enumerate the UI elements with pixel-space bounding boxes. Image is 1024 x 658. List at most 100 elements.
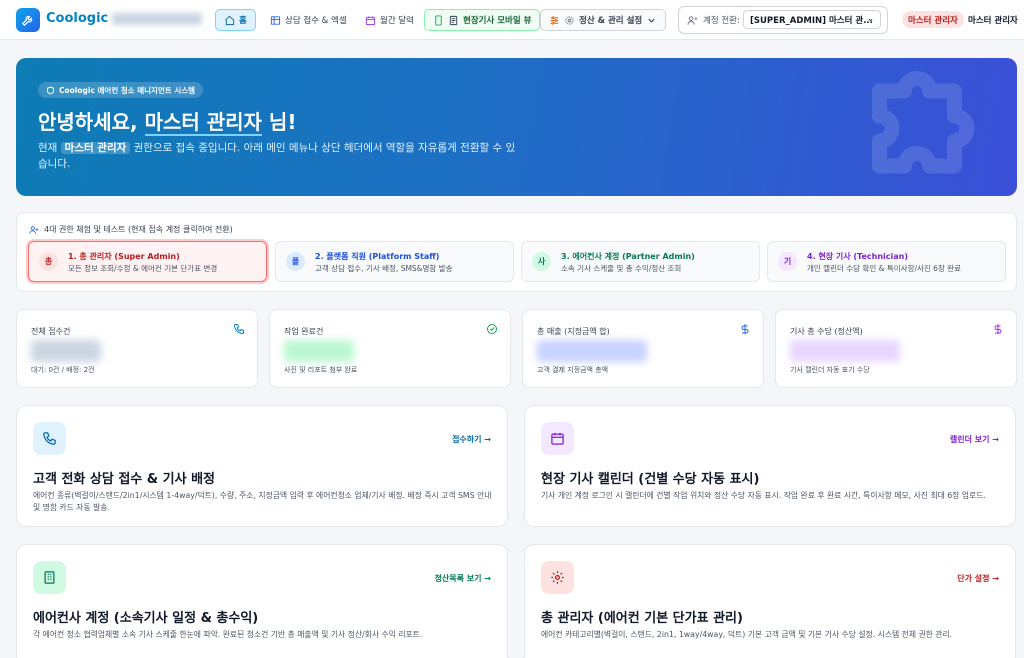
- role-avatar: 플: [286, 252, 305, 271]
- stat-sub: 고객 결제 지정금액 총액: [537, 366, 609, 374]
- gear-icon: [565, 15, 574, 25]
- feature-title: 총 관리자 (에어컨 기본 단가표 관리): [541, 611, 743, 626]
- stat-sub: 사진 및 리포트 첨부 완료: [284, 366, 358, 374]
- nav-settle-label: 정산 & 관리 설정: [579, 16, 643, 26]
- stat-card-technician-pay: 기사 총 수당 (정산액) 기사 캘린더 자동 표기 수당: [775, 309, 1017, 388]
- user-switch-icon: [687, 15, 698, 25]
- stat-card-completed: 작업 완료건 사진 및 리포트 첨부 완료: [269, 309, 511, 388]
- role-desc: 개인 캘린더 수당 확인 & 특이사항/사진 6장 완료: [807, 264, 962, 273]
- chevron-down-icon: ⌄: [867, 14, 874, 23]
- pricing-link[interactable]: 단가 설정 →: [957, 573, 999, 584]
- feature-card-consult[interactable]: 접수하기 → 고객 전화 상담 접수 & 기사 배정 에어컨 종류(벽걸이/스탠…: [16, 405, 508, 527]
- role-card-platform-staff[interactable]: 플 2. 플랫폼 직원 (Platform Staff) 고객 상담 접수, 기…: [275, 241, 514, 282]
- role-avatar: 총: [39, 252, 58, 271]
- hero-system-badge: Coologic 에어컨 청소 매니지먼트 시스템: [38, 82, 204, 98]
- nav-mobile-view-button[interactable]: 현장기사 모바일 뷰: [424, 9, 541, 31]
- feature-card-calendar[interactable]: 캘린더 보기 → 현장 기사 캘린더 (건별 수당 자동 표시) 기사 개인 계…: [524, 405, 1016, 527]
- role-desc: 고객 상담 접수, 기사 배정, SMS&명함 발송: [315, 264, 453, 273]
- account-select[interactable]: [SUPER_ADMIN] 마스터 관... ⌄: [743, 10, 881, 29]
- feature-card-pricing[interactable]: 단가 설정 → 총 관리자 (에어컨 기본 단가표 관리) 에어컨 카테고리별(…: [524, 544, 1016, 658]
- feature-card-partner[interactable]: 정산목록 보기 → 에어컨사 계정 (소속기사 일정 & 총수익) 각 에어컨 …: [16, 544, 508, 658]
- phone-icon: [233, 324, 244, 335]
- dollar-icon: [741, 324, 749, 334]
- top-navbar: Coologic 홈 상담 접수 & 엑셀 월간 달력 현장기사 모바일 뷰 정…: [0, 0, 1024, 40]
- stat-label: 총 매출 (지정금액 합): [537, 327, 610, 336]
- hero-description: 현재 마스터 관리자 권한으로 접속 중입니다. 아래 메인 메뉴나 상단 헤더…: [38, 140, 518, 172]
- role-title: 3. 에어컨사 계정 (Partner Admin): [561, 252, 695, 261]
- calendar-icon: [365, 15, 376, 25]
- role-card-super-admin[interactable]: 총 1. 총 관리자 (Super Admin) 모든 정보 조회/수정 & 에…: [28, 241, 267, 282]
- stat-value-blurred: [284, 340, 354, 362]
- role-card-partner-admin[interactable]: 사 3. 에어컨사 계정 (Partner Admin) 소속 기사 스케줄 및…: [521, 241, 760, 282]
- nav-settle-dropdown[interactable]: 정산 & 관리 설정: [540, 9, 667, 31]
- user-plus-icon: [29, 225, 39, 234]
- document-icon: [449, 15, 458, 25]
- greeting-name: 마스터 관리자: [144, 110, 262, 136]
- role-switcher-heading: 4대 권한 체험 및 테스트 (현재 접속 계정 클릭하여 전환): [29, 224, 233, 235]
- settlement-link[interactable]: 정산목록 보기 →: [435, 573, 491, 584]
- feature-desc: 기사 개인 계정 로그인 시 캘린더에 건별 작업 위치와 정산 수당 자동 표…: [541, 491, 986, 500]
- hero-badge-text: Coologic 에어컨 청소 매니지먼트 시스템: [59, 85, 196, 95]
- greeting-suffix: 님!: [268, 110, 297, 134]
- role-card-technician[interactable]: 기 4. 현장 기사 (Technician) 개인 캘린더 수당 확인 & 특…: [767, 241, 1006, 282]
- greeting-prefix: 안녕하세요,: [38, 110, 138, 134]
- phone-icon: [33, 422, 66, 455]
- smartphone-icon: [435, 14, 442, 26]
- stat-value-blurred: [537, 340, 647, 362]
- stat-card-total-requests: 전체 접수건 대기: 0건 / 배정: 2건: [16, 309, 258, 388]
- stat-sub: 기사 캘린더 자동 표기 수당: [790, 366, 870, 374]
- dollar-icon: [994, 324, 1002, 334]
- sliders-icon: [550, 15, 559, 25]
- role-title: 2. 플랫폼 직원 (Platform Staff): [315, 252, 440, 261]
- puzzle-icon: [872, 71, 975, 174]
- chevron-down-icon: [648, 18, 655, 23]
- role-avatar: 사: [532, 252, 551, 271]
- table-icon: [270, 15, 281, 25]
- nav-home-button[interactable]: 홈: [215, 9, 256, 31]
- nav-consult-button[interactable]: 상담 접수 & 엑셀: [262, 9, 355, 31]
- check-circle-icon: [487, 324, 497, 334]
- feature-desc: 에어컨 카테고리별(벽걸이, 스탠드, 2in1, 1way/4way, 덕트)…: [541, 630, 953, 639]
- account-select-value: [SUPER_ADMIN] 마스터 관...: [750, 16, 873, 26]
- role-title: 1. 총 관리자 (Super Admin): [68, 252, 180, 261]
- nav-calendar-button[interactable]: 월간 달력: [357, 9, 422, 31]
- account-switch-label: 계정 전환:: [703, 16, 740, 26]
- shield-icon: [47, 86, 54, 94]
- calendar-link[interactable]: 캘린더 보기 →: [950, 434, 999, 445]
- role-desc: 소속 기사 스케줄 및 총 수익/정산 조회: [561, 264, 682, 273]
- stat-label: 기사 총 수당 (정산액): [790, 327, 863, 336]
- current-user-name: 마스터 관리자: [968, 16, 1018, 26]
- feature-desc: 에어컨 종류(벽걸이/스탠드/2in1/시스템 1-4way/덕트), 수량, …: [33, 491, 492, 512]
- feature-title: 고객 전화 상담 접수 & 기사 배정: [33, 472, 216, 487]
- role-title: 4. 현장 기사 (Technician): [807, 252, 908, 261]
- gear-icon: [541, 561, 574, 594]
- desc-prefix: 현재: [38, 142, 58, 154]
- stat-card-total-sales: 총 매출 (지정금액 합) 고객 결제 지정금액 총액: [522, 309, 764, 388]
- nav-home-label: 홈: [239, 16, 247, 26]
- app-name[interactable]: Coologic: [46, 11, 108, 26]
- nav-consult-label: 상담 접수 & 엑셀: [285, 16, 347, 26]
- role-switcher-panel: 4대 권한 체험 및 테스트 (현재 접속 계정 클릭하여 전환) 총 1. 총…: [16, 212, 1017, 292]
- role-badge: 마스터 관리자: [902, 11, 964, 28]
- role-switcher-heading-text: 4대 권한 체험 및 테스트 (현재 접속 계정 클릭하여 전환): [44, 225, 233, 234]
- hero-banner: Coologic 에어컨 청소 매니지먼트 시스템 안녕하세요, 마스터 관리자…: [16, 58, 1017, 196]
- role-desc: 모든 정보 조회/수정 & 에어컨 기본 단가표 변경: [68, 264, 218, 273]
- stat-label: 작업 완료건: [284, 327, 324, 336]
- stat-label: 전체 접수건: [31, 327, 71, 336]
- home-icon: [225, 15, 235, 25]
- hero-greeting: 안녕하세요, 마스터 관리자 님!: [38, 106, 297, 136]
- feature-title: 에어컨사 계정 (소속기사 일정 & 총수익): [33, 611, 259, 626]
- consult-link[interactable]: 접수하기 →: [452, 434, 491, 445]
- feature-desc: 각 에어컨 청소 협력업체별 소속 기사 스케줄 한눈에 파악. 완료된 청소건…: [33, 630, 423, 639]
- calendar-icon: [541, 422, 574, 455]
- stat-sub: 대기: 0건 / 배정: 2건: [31, 366, 95, 374]
- wrench-logo-icon[interactable]: [16, 8, 40, 32]
- stat-value-blurred: [790, 340, 900, 362]
- nav-mobile-label: 현장기사 모바일 뷰: [463, 16, 532, 26]
- feature-title: 현장 기사 캘린더 (건별 수당 자동 표시): [541, 472, 760, 487]
- desc-role-tag: 마스터 관리자: [60, 142, 131, 154]
- app-subtitle-blurred: [112, 13, 202, 25]
- stat-value-blurred: [31, 340, 101, 362]
- nav-calendar-label: 월간 달력: [380, 16, 414, 26]
- role-avatar: 기: [778, 252, 797, 271]
